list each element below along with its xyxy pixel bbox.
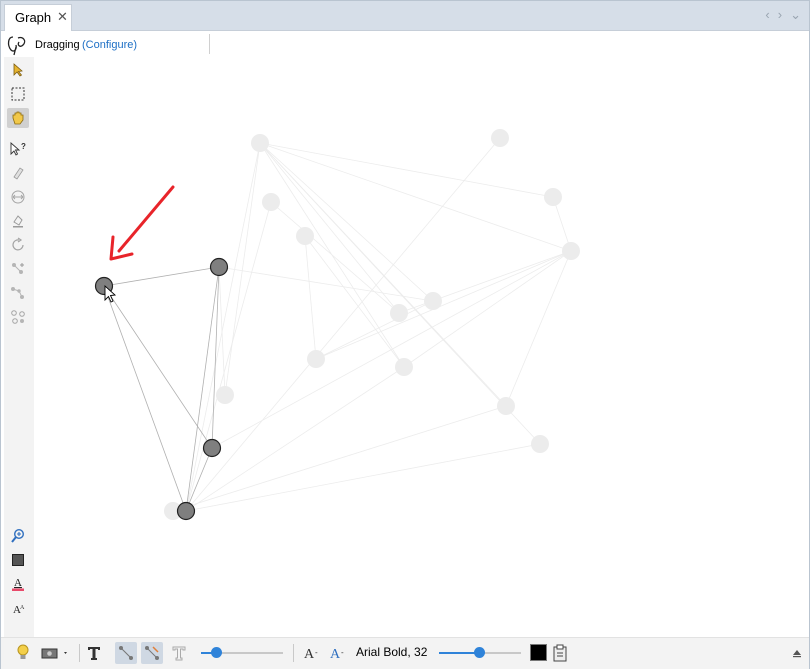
- bottom-toolbar: A- A- Arial Bold, 32: [1, 637, 809, 669]
- graph-neighbors-icon[interactable]: [7, 307, 29, 327]
- active-edges: [103, 266, 220, 512]
- drag-hand-icon[interactable]: [7, 108, 29, 128]
- divider: [79, 644, 80, 662]
- label-color-swatch[interactable]: [530, 644, 547, 661]
- faded-edges: [172, 137, 572, 512]
- graph-node[interactable]: [497, 397, 515, 415]
- graph-node[interactable]: [395, 358, 413, 376]
- edit-node-icon[interactable]: ?: [7, 139, 29, 159]
- left-toolbar: ? A AA: [4, 57, 34, 637]
- gephi-logo-icon: [7, 36, 26, 56]
- font-size-icon[interactable]: AA: [7, 598, 29, 618]
- svg-text:-: -: [315, 648, 318, 657]
- graph-node[interactable]: [424, 292, 442, 310]
- graph-node[interactable]: [307, 350, 325, 368]
- graph-node[interactable]: [491, 129, 509, 147]
- svg-text:A: A: [20, 605, 25, 611]
- graph-node-neighbor[interactable]: [202, 438, 222, 458]
- chevron-left-icon[interactable]: ‹: [765, 7, 769, 23]
- heat-bucket-icon[interactable]: [7, 211, 29, 231]
- label-color-icon[interactable]: A: [7, 574, 29, 594]
- graph-canvas[interactable]: [34, 57, 809, 637]
- collapse-icon[interactable]: [789, 642, 805, 664]
- lightbulb-icon[interactable]: [14, 642, 32, 664]
- screenshot-icon[interactable]: [39, 642, 71, 664]
- configure-link[interactable]: (Configure): [82, 39, 137, 51]
- zoom-icon[interactable]: [7, 526, 29, 546]
- graph-node[interactable]: [390, 304, 408, 322]
- font-color-icon[interactable]: A-: [327, 642, 349, 664]
- edge-labels-icon[interactable]: [168, 642, 190, 664]
- active-nodes: [94, 257, 229, 521]
- graph-node[interactable]: [262, 193, 280, 211]
- graph-window: Graph ✕ ‹ › ⌄ Dragging (Configure) ? A A…: [0, 0, 810, 669]
- graph-header: Dragging (Configure): [1, 31, 809, 57]
- close-icon[interactable]: ✕: [57, 9, 68, 25]
- graph-node[interactable]: [531, 435, 549, 453]
- svg-text:A: A: [304, 647, 315, 661]
- select-arrow-icon[interactable]: [7, 60, 29, 80]
- tab-bar: Graph ✕ ‹ › ⌄: [1, 1, 809, 31]
- slider-thumb[interactable]: [211, 647, 222, 658]
- divider: [293, 644, 294, 662]
- tab-label: Graph: [15, 10, 52, 25]
- svg-text:?: ?: [21, 142, 26, 151]
- svg-text:-: -: [341, 648, 344, 657]
- font-label[interactable]: Arial Bold, 32: [356, 645, 427, 659]
- tab-navigation: ‹ › ⌄: [765, 7, 801, 23]
- clipboard-icon[interactable]: [550, 642, 570, 664]
- edge-thickness-slider[interactable]: [201, 644, 283, 662]
- chevron-right-icon[interactable]: ›: [778, 7, 782, 23]
- graph-node[interactable]: [544, 188, 562, 206]
- graph-node-neighbor[interactable]: [176, 501, 196, 521]
- font-size-up-icon[interactable]: A-: [302, 642, 322, 664]
- edge-color-icon[interactable]: [141, 642, 163, 664]
- mode-label: Dragging: [35, 39, 80, 51]
- chevron-down-icon[interactable]: ⌄: [790, 7, 801, 23]
- rotate-icon[interactable]: [7, 235, 29, 255]
- size-icon[interactable]: [7, 187, 29, 207]
- graph-node[interactable]: [216, 386, 234, 404]
- graph-node-neighbor[interactable]: [209, 257, 229, 277]
- graph-node[interactable]: [562, 242, 580, 260]
- divider: [209, 34, 210, 54]
- svg-text:A: A: [330, 647, 341, 661]
- add-edge-icon[interactable]: [7, 259, 29, 279]
- svg-text:A: A: [14, 577, 22, 589]
- painter-icon[interactable]: [7, 163, 29, 183]
- tab-graph[interactable]: Graph ✕: [4, 4, 72, 31]
- edge-display-icon[interactable]: [115, 642, 137, 664]
- show-labels-icon[interactable]: [84, 642, 104, 664]
- label-size-slider[interactable]: [439, 644, 521, 662]
- shortest-path-icon[interactable]: [7, 283, 29, 303]
- annotation-arrow: [109, 185, 175, 261]
- graph-svg[interactable]: [34, 57, 809, 637]
- background-color-icon[interactable]: [7, 550, 29, 570]
- slider-thumb[interactable]: [474, 647, 485, 658]
- graph-node[interactable]: [251, 134, 269, 152]
- rectangle-select-icon[interactable]: [7, 84, 29, 104]
- graph-node[interactable]: [296, 227, 314, 245]
